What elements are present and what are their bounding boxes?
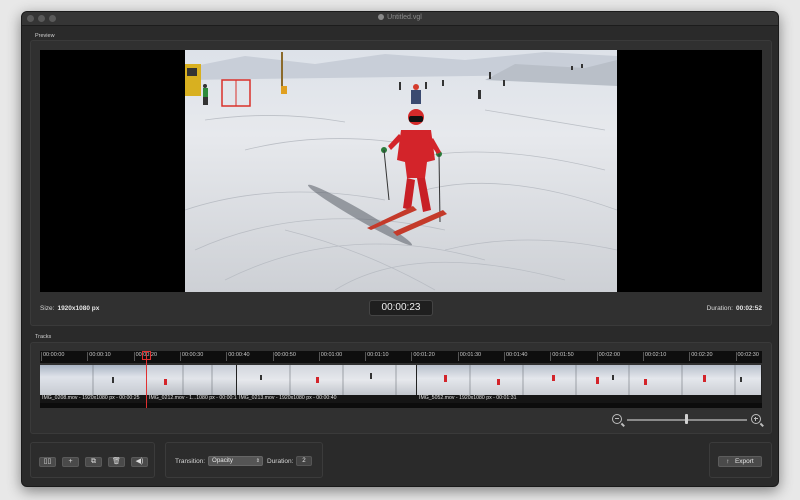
ruler-tick-label: 00:00:50 bbox=[272, 352, 296, 361]
transition-duration-field[interactable]: 2 bbox=[296, 456, 312, 466]
ruler-tick-label: 00:02:30 bbox=[735, 352, 759, 361]
duration-value: 00:02:52 bbox=[735, 305, 762, 312]
ruler-tick-label: 00:00:00 bbox=[40, 352, 65, 361]
preview-section-label: Preview bbox=[35, 33, 55, 39]
clip-label: IMG_0208.mov - 1920x1080 px - 00:00:25 bbox=[42, 395, 140, 401]
select-arrows-icon: ⇕ bbox=[255, 458, 260, 464]
duration-label: Duration: bbox=[706, 305, 733, 312]
trash-icon[interactable]: 🗑 bbox=[108, 457, 125, 467]
size-label: Size: bbox=[40, 305, 55, 312]
ski-scene-image bbox=[185, 50, 617, 292]
ruler-tick-label: 00:02:20 bbox=[689, 352, 713, 361]
ruler-tick-label: 00:01:10 bbox=[365, 352, 389, 361]
ruler-tick-label: 00:02:00 bbox=[596, 352, 621, 361]
transition-select[interactable]: Opacity ⇕ bbox=[208, 456, 263, 466]
playhead[interactable] bbox=[146, 351, 147, 408]
current-timecode: 00:00:23 bbox=[369, 300, 433, 316]
zoom-slider-knob[interactable] bbox=[685, 414, 688, 424]
preview-info-bar: Size: 1920x1080 px 00:00:23 Duration: 00:0… bbox=[40, 300, 762, 318]
window-title: Untitled.vgl bbox=[22, 14, 778, 21]
timeline-scrollbar[interactable] bbox=[40, 403, 762, 408]
transition-duration-label: Duration: bbox=[267, 458, 294, 465]
duplicate-icon[interactable]: ⧉ bbox=[85, 457, 102, 467]
title-bar: Untitled.vgl bbox=[22, 12, 778, 26]
preview-frame bbox=[185, 50, 617, 292]
timeline-zoom-control bbox=[612, 413, 762, 427]
size-info: Size: 1920x1080 px bbox=[40, 305, 99, 312]
plus-icon[interactable]: + bbox=[62, 457, 79, 467]
document-icon bbox=[378, 14, 385, 20]
transition-toolbar: Transition: Opacity ⇕ Duration: 2 bbox=[165, 442, 323, 478]
zoom-out-icon[interactable] bbox=[612, 414, 622, 424]
clip-label: IMG_5052.mov - 1920x1080 px - 00:01:31 bbox=[419, 395, 517, 401]
transition-label: Transition: bbox=[175, 458, 206, 465]
transition-value: Opacity bbox=[212, 457, 233, 464]
clips-track[interactable] bbox=[40, 365, 762, 395]
export-toolbar: ↑ Export bbox=[709, 442, 772, 478]
ruler-tick-label: 00:01:20 bbox=[411, 352, 435, 361]
ruler-tick-label: 00:01:30 bbox=[457, 352, 482, 361]
ruler-tick-label: 00:00:30 bbox=[179, 352, 204, 361]
duration-info: Duration: 00:02:52 bbox=[707, 305, 762, 312]
clip-label: IMG_0212.mov - 1...1080 px - 00:00:15 bbox=[149, 395, 237, 401]
video-preview[interactable] bbox=[40, 50, 762, 292]
ruler-tick-label: 00:02:10 bbox=[642, 352, 667, 361]
clip-frames-overlay bbox=[92, 365, 742, 395]
edit-toolbar: ▯▯ + ⧉ 🗑 ◀) bbox=[30, 442, 155, 478]
book-icon[interactable]: ▯▯ bbox=[39, 457, 56, 467]
app-window: Untitled.vgl Preview Size: 1920x1080 px … bbox=[21, 11, 779, 487]
tracks-section-label: Tracks bbox=[35, 334, 52, 340]
export-button[interactable]: ↑ Export bbox=[718, 456, 762, 467]
speaker-icon[interactable]: ◀) bbox=[131, 457, 148, 467]
ruler-tick-label: 00:01:50 bbox=[550, 352, 574, 361]
ruler-tick-label: 00:00:10 bbox=[87, 352, 111, 361]
zoom-in-icon[interactable] bbox=[751, 414, 761, 424]
clip-label: IMG_0213.mov - 1920x1080 px - 00:00:40 bbox=[239, 395, 337, 401]
export-label: Export bbox=[734, 458, 754, 465]
ruler-tick-label: 00:01:40 bbox=[503, 352, 528, 361]
export-icon: ↑ bbox=[726, 458, 730, 465]
ruler-tick-label: 00:01:00 bbox=[318, 352, 343, 361]
size-value: 1920x1080 px bbox=[57, 305, 100, 312]
window-title-text: Untitled.vgl bbox=[387, 14, 422, 21]
ruler-tick-label: 00:00:40 bbox=[226, 352, 250, 361]
